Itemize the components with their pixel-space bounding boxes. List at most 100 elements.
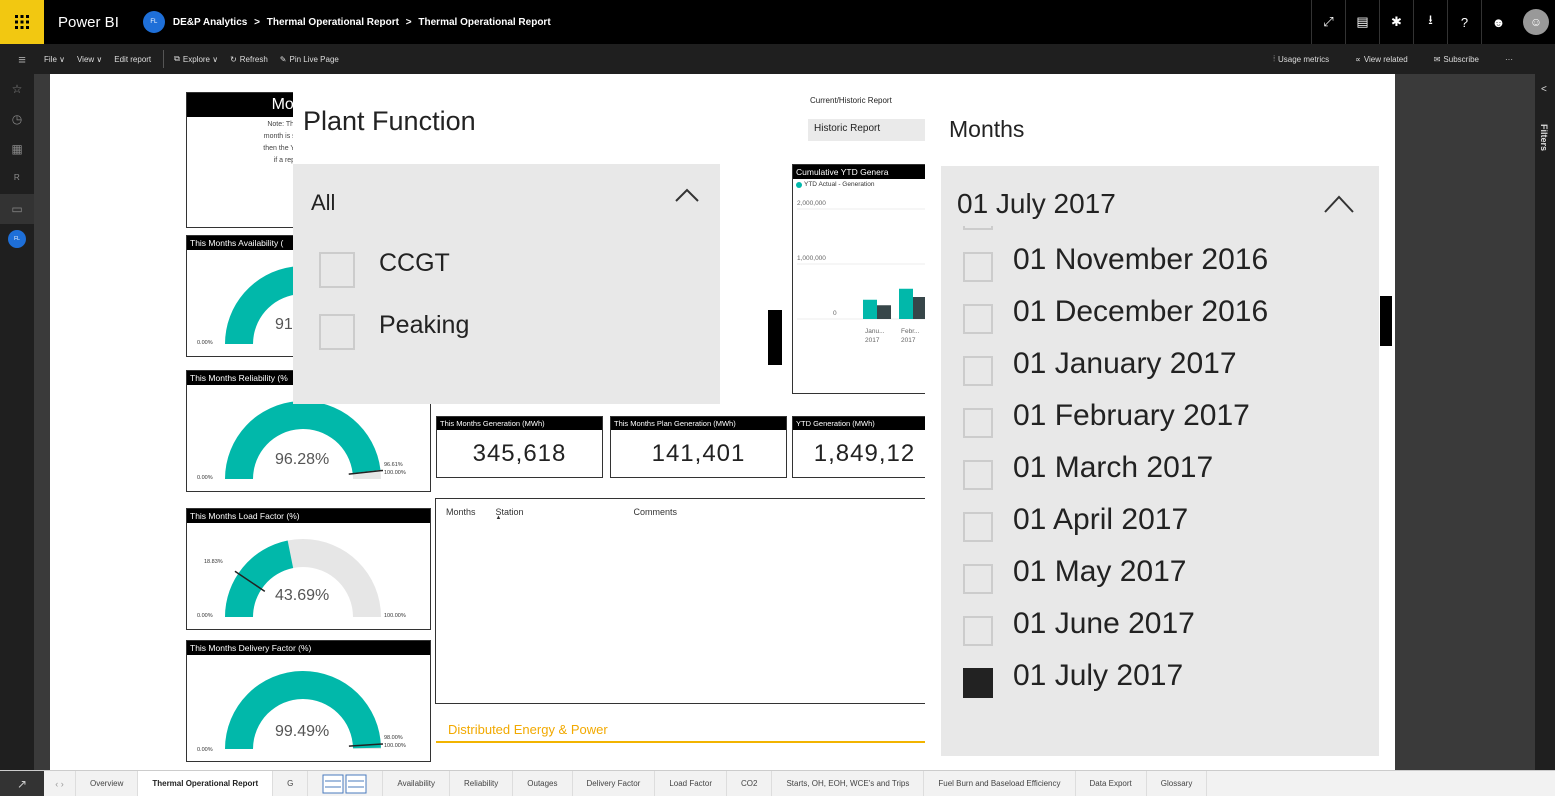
app-title[interactable]: Power BI: [58, 14, 119, 31]
view-menu[interactable]: View ∨: [77, 55, 102, 64]
explore-menu[interactable]: ⧉ Explore ∨: [174, 54, 218, 64]
column-header-station[interactable]: Station ▲: [496, 507, 524, 521]
kpi-card-generation[interactable]: This Months Generation (MWh) 345,618: [436, 416, 603, 478]
workspace-badge: FL: [8, 230, 26, 248]
chart-bar[interactable]: [877, 305, 891, 319]
pin-live-page-button[interactable]: ✎ Pin Live Page: [280, 55, 339, 64]
shared-icon[interactable]: ᴿ: [0, 164, 34, 194]
checkbox[interactable]: [963, 512, 993, 542]
workspace-avatar[interactable]: FL: [0, 224, 34, 254]
page-tab[interactable]: Starts, OH, EOH, WCE's and Trips: [772, 771, 925, 796]
checkbox[interactable]: [319, 252, 355, 288]
comment-icon[interactable]: ▤: [1345, 0, 1379, 44]
chart-bar[interactable]: [899, 288, 913, 319]
checkbox[interactable]: [963, 408, 993, 438]
option-peaking[interactable]: Peaking: [319, 311, 469, 350]
chevron-up-icon[interactable]: [674, 186, 700, 204]
report-type-label: Current/Historic Report: [810, 96, 892, 105]
months-slicer: Months 01 July 2017 01 October 2016 01 No…: [925, 74, 1379, 770]
checkbox[interactable]: [963, 252, 993, 282]
recent-icon[interactable]: ◷: [0, 104, 34, 134]
month-option[interactable]: 01 October 2016: [963, 226, 1237, 230]
month-option[interactable]: 01 April 2017: [963, 498, 1188, 542]
page-tab[interactable]: Delivery Factor: [573, 771, 656, 796]
checkbox[interactable]: [963, 356, 993, 386]
load-factor-gauge-tile[interactable]: This Months Load Factor (%) 43.69% 0.00%…: [186, 508, 431, 630]
column-header-comments[interactable]: Comments: [634, 507, 678, 517]
month-option[interactable]: 01 February 2017: [963, 394, 1250, 438]
column-header-months[interactable]: Months: [446, 507, 476, 517]
page-tab[interactable]: Overview: [76, 771, 139, 796]
months-dropdown[interactable]: 01 July 2017 01 October 2016 01 November …: [941, 166, 1379, 756]
app-launcher-icon[interactable]: [0, 0, 44, 44]
page-tab[interactable]: CO2: [727, 771, 773, 796]
month-option[interactable]: 01 July 2017: [963, 654, 1183, 698]
comments-table[interactable]: Months Station ▲ Comments: [435, 498, 935, 704]
page-tab[interactable]: Availability: [383, 771, 451, 796]
breadcrumb-report[interactable]: Thermal Operational Report: [267, 17, 399, 28]
page-tab[interactable]: Glossary: [1147, 771, 1208, 796]
page-tab-bar: ↗ ‹ › Overview Thermal Operational Report…: [0, 770, 1555, 796]
month-option[interactable]: 01 June 2017: [963, 602, 1195, 646]
kpi-card-plan-generation[interactable]: This Months Plan Generation (MWh) 141,40…: [610, 416, 787, 478]
refresh-button[interactable]: ↻ Refresh: [230, 55, 268, 64]
more-options-button[interactable]: ···: [1505, 54, 1513, 64]
tab-scroll-arrows[interactable]: ‹ ›: [44, 771, 76, 796]
breadcrumb-workspace[interactable]: DE&P Analytics: [173, 17, 247, 28]
dropdown-selected-value[interactable]: 01 July 2017: [957, 188, 1116, 220]
smiley-icon[interactable]: ☻: [1481, 0, 1515, 44]
edit-report-button[interactable]: Edit report: [114, 55, 151, 64]
checkbox[interactable]: [963, 616, 993, 646]
gauge-value: 43.69%: [275, 587, 330, 604]
chevron-up-icon[interactable]: [1323, 194, 1355, 214]
account-icon[interactable]: ☺: [1523, 9, 1549, 35]
page-tab[interactable]: Thermal Operational Report: [138, 771, 274, 796]
favorites-icon[interactable]: ☆: [0, 74, 34, 104]
command-bar-right: ⦙ Usage metrics ∝ View related ✉ Subscribe …: [1273, 54, 1525, 64]
collapse-nav-icon[interactable]: ↗: [0, 771, 44, 796]
cumulative-ytd-chart[interactable]: Cumulative YTD Genera YTD Actual - Gener…: [792, 164, 937, 394]
view-related-button[interactable]: ∝ View related: [1355, 54, 1408, 64]
expand-icon[interactable]: ⤢: [1311, 0, 1345, 44]
related-icon: ∝: [1355, 54, 1361, 64]
checkbox[interactable]: [319, 314, 355, 350]
filters-pane[interactable]: < Filters: [1535, 74, 1555, 770]
kpi-card-ytd-generation[interactable]: YTD Generation (MWh) 1,849,12: [792, 416, 937, 478]
subscribe-button[interactable]: ✉ Subscribe: [1434, 54, 1479, 64]
download-icon[interactable]: ⭳: [1413, 0, 1447, 44]
gauge-title: This Months Delivery Factor (%): [187, 641, 430, 655]
month-option[interactable]: 01 November 2016: [963, 238, 1268, 282]
option-label: 01 May 2017: [1013, 555, 1187, 588]
page-tab[interactable]: Load Factor: [655, 771, 728, 796]
apps-icon[interactable]: ▦: [0, 134, 34, 164]
hamburger-icon[interactable]: ≡: [0, 52, 44, 67]
chart-bar[interactable]: [863, 299, 877, 319]
months-option-list[interactable]: 01 October 2016 01 November 2016 01 Decemb…: [941, 226, 1379, 756]
file-menu[interactable]: File ∨: [44, 55, 65, 64]
workspaces-icon[interactable]: ▭: [0, 194, 34, 224]
month-option[interactable]: 01 May 2017: [963, 550, 1186, 594]
kpi-title: YTD Generation (MWh): [793, 417, 936, 430]
dropdown-selected-value[interactable]: All: [311, 190, 335, 216]
month-option[interactable]: 01 March 2017: [963, 446, 1213, 490]
delivery-factor-gauge-tile[interactable]: This Months Delivery Factor (%) 99.49% 0…: [186, 640, 431, 762]
month-option[interactable]: 01 December 2016: [963, 290, 1268, 334]
settings-icon[interactable]: ✱: [1379, 0, 1413, 44]
plant-function-dropdown[interactable]: All CCGT Peaking: [293, 164, 720, 404]
page-tab[interactable]: Outages: [513, 771, 573, 796]
report-type-select[interactable]: Historic Report: [808, 119, 933, 141]
checkbox[interactable]: [963, 668, 993, 698]
month-option[interactable]: 01 January 2017: [963, 342, 1237, 386]
checkbox[interactable]: [963, 226, 993, 230]
checkbox[interactable]: [963, 564, 993, 594]
chevron-left-icon[interactable]: <: [1541, 84, 1547, 95]
checkbox[interactable]: [963, 304, 993, 334]
checkbox[interactable]: [963, 460, 993, 490]
page-tab[interactable]: Reliability: [450, 771, 514, 796]
option-ccgt[interactable]: CCGT: [319, 249, 450, 288]
usage-metrics-button[interactable]: ⦙ Usage metrics: [1273, 54, 1329, 64]
page-tab[interactable]: Data Export: [1076, 771, 1147, 796]
help-icon[interactable]: ?: [1447, 0, 1481, 44]
page-tab[interactable]: Fuel Burn and Baseload Efficiency: [924, 771, 1076, 796]
page-tab[interactable]: G: [273, 771, 309, 796]
